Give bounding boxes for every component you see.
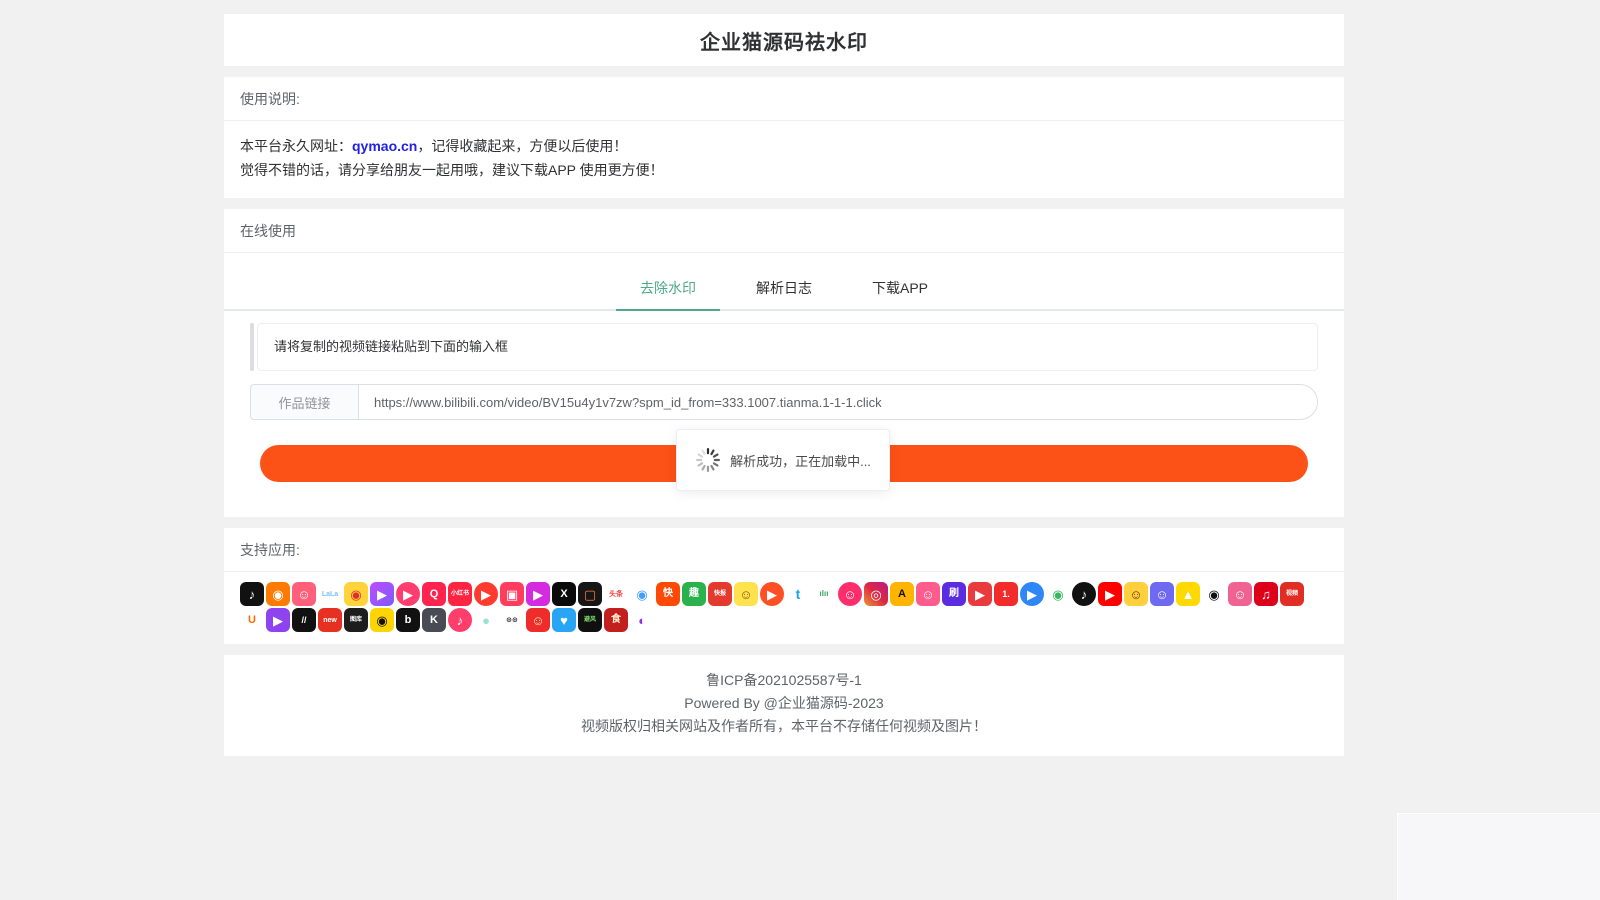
tab-remove-watermark[interactable]: 去除水印 bbox=[616, 277, 720, 309]
app-icon-qichezhijia: A bbox=[890, 582, 914, 606]
usage-line-1-prefix: 本平台永久网址： bbox=[240, 138, 352, 154]
app-icon-qutoutiao: 趣 bbox=[682, 582, 706, 606]
app-icon-pink-face: ☺ bbox=[916, 582, 940, 606]
usage-panel: 使用说明: 本平台永久网址：qymao.cn，记得收藏起来，方便以后使用！ 觉得… bbox=[224, 77, 1344, 198]
apps-panel: 支持应用: ♪◉☺LaLa◉▶▶Q小红书▶▣▶X▢头条◉快趣快报☺▶tılıı☺… bbox=[224, 528, 1344, 644]
app-icon-lala: LaLa bbox=[318, 582, 342, 606]
app-icon-heika: ▢ bbox=[578, 582, 602, 606]
toast-message: 解析成功，正在加载中... bbox=[730, 451, 871, 470]
notice-left-bar bbox=[250, 323, 254, 371]
app-icon-music-note: ♪ bbox=[1072, 582, 1096, 606]
paste-link-notice: 请将复制的视频链接粘贴到下面的输入框 bbox=[257, 323, 1318, 371]
video-link-input[interactable] bbox=[358, 384, 1318, 420]
app-icon-laugh-face: ☺ bbox=[1228, 582, 1252, 606]
app-icon-weibo: ◉ bbox=[344, 582, 368, 606]
usage-line-2: 觉得不错的话，请分享给朋友一起用哦，建议下载APP 使用更方便！ bbox=[240, 158, 1328, 182]
tab-remove-watermark-label: 去除水印 bbox=[640, 280, 696, 296]
footer-powered-line: Powered By @企业猫源码-2023 bbox=[224, 692, 1344, 715]
supported-apps-grid: ♪◉☺LaLa◉▶▶Q小红书▶▣▶X▢头条◉快趣快报☺▶tılıı☺◎A☺刷▶1… bbox=[224, 572, 1332, 644]
app-icon-purple-play: ▶ bbox=[266, 608, 290, 632]
app-icon-twitter: t bbox=[786, 582, 810, 606]
app-icon-kuaiying: ◉ bbox=[1202, 582, 1226, 606]
app-icon-qingyan: ● bbox=[474, 608, 498, 632]
tab-parse-log-label: 解析日志 bbox=[756, 280, 812, 296]
notice-wrap: 请将复制的视频链接粘贴到下面的输入框 bbox=[250, 323, 1318, 371]
app-icon-pipi-monkey: ☺ bbox=[526, 608, 550, 632]
app-icon-qq-browser: ◉ bbox=[630, 582, 654, 606]
tab-download-app[interactable]: 下载APP bbox=[848, 277, 952, 309]
usage-heading: 使用说明: bbox=[224, 77, 1344, 121]
app-icon-new-app: new bbox=[318, 608, 342, 632]
app-icon-tuku: 图库 bbox=[344, 608, 368, 632]
usage-line-1-suffix: ，记得收藏起来，方便以后使用！ bbox=[417, 138, 627, 154]
app-icon-uc: U bbox=[240, 608, 264, 632]
app-icon-soul: ◐ bbox=[630, 608, 654, 632]
link-input-label: 作品链接 bbox=[250, 384, 358, 420]
app-icon-hongguo: ▶ bbox=[760, 582, 784, 606]
app-icon-haokan: ▶ bbox=[396, 582, 420, 606]
app-icon-toutiao: 头条 bbox=[604, 582, 628, 606]
app-icon-kuaikan: K bbox=[422, 608, 446, 632]
app-icon-zuiyou: ⊙⊙ bbox=[500, 608, 524, 632]
usage-body: 本平台永久网址：qymao.cn，记得收藏起来，方便以后使用！ 觉得不错的话，请… bbox=[224, 121, 1344, 198]
site-link[interactable]: qymao.cn bbox=[352, 138, 417, 154]
app-icon-douyin: ♪ bbox=[240, 582, 264, 606]
app-icon-instagram: ◎ bbox=[864, 582, 888, 606]
loading-spinner-icon bbox=[695, 447, 721, 473]
app-icon-suike: ▶ bbox=[370, 582, 394, 606]
footer-copyright-line: 视频版权归相关网站及作者所有，本平台不存储任何视频及图片！ bbox=[224, 715, 1344, 738]
app-icon-jianying: X bbox=[552, 582, 576, 606]
app-icon-kaiyan: ◉ bbox=[1046, 582, 1070, 606]
app-icon-kuaishou: 快 bbox=[656, 582, 680, 606]
apps-heading: 支持应用: bbox=[224, 528, 1344, 572]
app-icon-lishipin: ▲ bbox=[1176, 582, 1200, 606]
app-icon-youtube: ▶ bbox=[1098, 582, 1122, 606]
tab-download-app-label: 下载APP bbox=[872, 280, 928, 296]
app-icon-bifengtang: 避风 bbox=[578, 608, 602, 632]
link-input-group: 作品链接 bbox=[250, 384, 1318, 420]
app-icon-moo: ☺ bbox=[1150, 582, 1174, 606]
loading-toast: 解析成功，正在加载中... bbox=[676, 429, 890, 491]
app-icon-vue: // bbox=[292, 608, 316, 632]
header-panel: 企业猫源码祛水印 bbox=[224, 14, 1344, 66]
app-icon-audio-bars: ılıı bbox=[812, 582, 836, 606]
app-icon-blue-play: ▶ bbox=[1020, 582, 1044, 606]
usage-line-1: 本平台永久网址：qymao.cn，记得收藏起来，方便以后使用！ bbox=[240, 134, 1328, 158]
app-icon-xiangha: 食 bbox=[604, 608, 628, 632]
app-icon-quanmin-kge: ♪ bbox=[448, 608, 472, 632]
app-icon-cow-face: ☺ bbox=[1124, 582, 1148, 606]
page-title: 企业猫源码祛水印 bbox=[700, 26, 868, 55]
app-icon-xiaohongshu: 小红书 bbox=[448, 582, 472, 606]
app-icon-weishi: ▣ bbox=[500, 582, 524, 606]
app-icon-diyidan: 1. bbox=[994, 582, 1018, 606]
video-placeholder bbox=[1397, 813, 1600, 900]
main-container: 企业猫源码祛水印 使用说明: 本平台永久网址：qymao.cn，记得收藏起来，方… bbox=[224, 14, 1344, 756]
app-icon-red-play: ▶ bbox=[968, 582, 992, 606]
tab-parse-log[interactable]: 解析日志 bbox=[732, 277, 836, 309]
online-heading: 在线使用 bbox=[224, 209, 1344, 253]
app-icon-weiai-heart: ♥ bbox=[552, 608, 576, 632]
app-icon-shipin: 视频 bbox=[1280, 582, 1304, 606]
footer-panel: 鲁ICP备2021025587号-1 Powered By @企业猫源码-202… bbox=[224, 655, 1344, 756]
app-icon-shuabao: 刷 bbox=[942, 582, 966, 606]
app-icon-wangyiyun: ♫ bbox=[1254, 582, 1278, 606]
app-icon-quduopai: ◉ bbox=[266, 582, 290, 606]
app-icon-maobing: ☺ bbox=[838, 582, 862, 606]
app-icon-black-b: b bbox=[396, 608, 420, 632]
footer-icp-line: 鲁ICP备2021025587号-1 bbox=[224, 669, 1344, 692]
app-icon-pipixia: ☺ bbox=[292, 582, 316, 606]
tab-bar: 去除水印 解析日志 下载APP bbox=[224, 253, 1344, 311]
app-icon-quanmin-video: Q bbox=[422, 582, 446, 606]
app-icon-miaopai: ▶ bbox=[526, 582, 550, 606]
app-icon-xiaohuangya: ☺ bbox=[734, 582, 758, 606]
app-icon-huoshan: ▶ bbox=[474, 582, 498, 606]
app-icon-kaipai: ◉ bbox=[370, 608, 394, 632]
app-icon-kuaibao: 快报 bbox=[708, 582, 732, 606]
